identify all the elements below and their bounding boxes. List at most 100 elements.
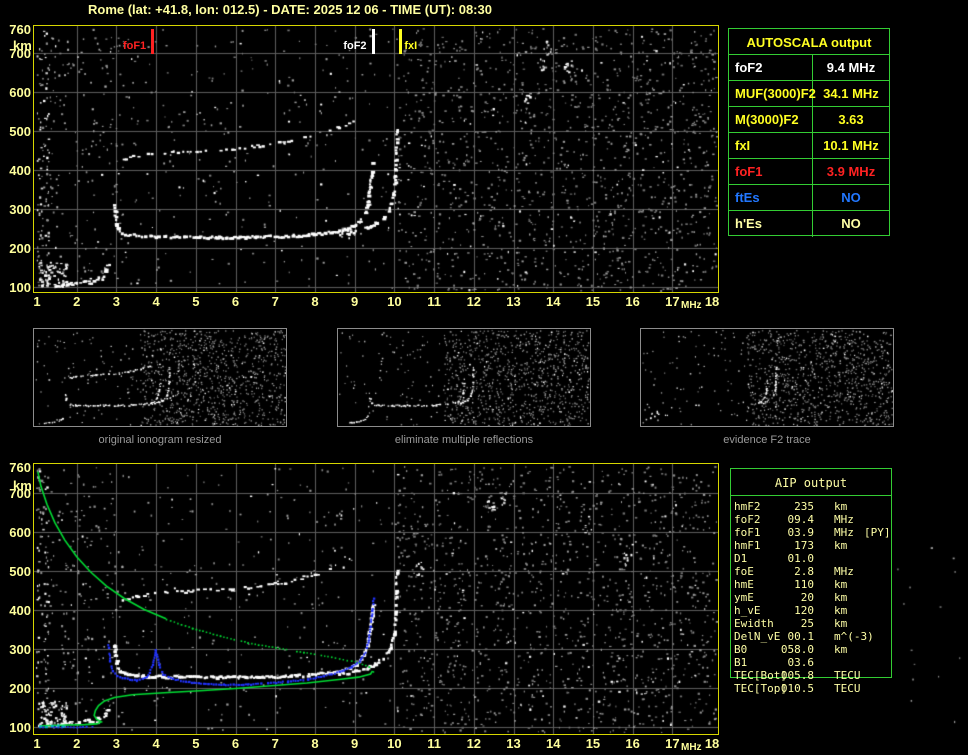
aip-row: TEC[Top] 010.5 TECU xyxy=(734,682,904,695)
x-axis-unit-label: MHz xyxy=(681,300,702,311)
autoscala-param-label: MUF(3000)F2 xyxy=(729,81,816,106)
autoscala-value: NO xyxy=(841,216,861,231)
autoscala-param-label: ftEs xyxy=(729,185,813,210)
x-tick-label: 18 xyxy=(704,736,720,751)
aip-unit: km xyxy=(834,539,848,552)
aip-row: hmF1 173 km xyxy=(734,539,904,552)
y-tick-label: 100 xyxy=(9,720,31,735)
aip-row: B0 058.0 km xyxy=(734,643,904,656)
aip-value: 010.5 xyxy=(780,682,814,695)
aip-value: 03.6 xyxy=(787,656,815,669)
thumbnail-evidence-f2 xyxy=(640,328,894,427)
x-tick-label: 13 xyxy=(506,294,521,309)
autoscala-value: 10.1 MHz xyxy=(823,138,879,153)
aip-unit: km xyxy=(834,500,848,513)
autoscala-row: M(3000)F2 3.63 xyxy=(729,107,889,133)
aip-row: hmF2 235 km xyxy=(734,500,904,513)
aip-value: 20 xyxy=(800,591,814,604)
x-tick-label: 4 xyxy=(152,294,160,309)
aip-unit: TECU xyxy=(834,682,861,695)
y-tick-label: 200 xyxy=(9,681,31,697)
aip-value: 173 xyxy=(794,539,814,552)
y-tick-label: 300 xyxy=(9,202,31,218)
x-tick-label: 10 xyxy=(387,294,402,309)
y-tick-label: 100 xyxy=(9,280,31,295)
autoscala-row: fxI 10.1 MHz xyxy=(729,133,889,159)
x-tick-label: 9 xyxy=(351,294,359,309)
x-tick-label: 15 xyxy=(585,736,601,751)
x-tick-label: 12 xyxy=(466,294,482,309)
aip-row: DelN_vE 00.1 m^(-3) xyxy=(734,630,904,643)
autoscala-row: MUF(3000)F2 34.1 MHz xyxy=(729,81,889,107)
x-tick-label: 17 xyxy=(665,736,680,751)
aip-row: foF2 09.4 MHz xyxy=(734,513,904,526)
x-tick-label: 11 xyxy=(427,736,441,751)
thumbnail-eliminate-reflections xyxy=(337,328,591,427)
x-tick-label: 7 xyxy=(271,736,279,751)
y-tick-label: 200 xyxy=(9,241,31,257)
aip-value: 01.0 xyxy=(787,552,815,565)
aip-value: 058.0 xyxy=(780,643,814,656)
aip-value: 235 xyxy=(794,500,814,513)
top-ionogram-plot: foF1 foF2 fxI xyxy=(33,25,719,293)
autoscala-value: 9.4 MHz xyxy=(826,60,876,75)
thumbnail-caption: eliminate multiple reflections xyxy=(394,434,534,446)
aip-output-table: AIP output hmF2 235 km foF2 09.4 MHz foF1 03.9 M… xyxy=(730,468,892,695)
x-tick-label: 5 xyxy=(192,736,200,751)
top-ionogram-canvas xyxy=(34,26,718,292)
autoscala-output-table: AUTOSCALA output foF2 9.4 MHz MUF(3000)F2 3… xyxy=(728,28,890,237)
thumbnail-original-ionogram xyxy=(33,328,287,427)
x-tick-label: 16 xyxy=(625,294,640,309)
x-tick-label: 15 xyxy=(585,294,601,309)
x-tick-label: 7 xyxy=(271,294,279,309)
x-tick-label: 4 xyxy=(152,736,160,751)
y-axis-label-km: km xyxy=(13,478,32,493)
aip-value: 25 xyxy=(800,617,814,630)
marker-fxI-label: fxI xyxy=(404,40,418,52)
bottom-ionogram-canvas xyxy=(34,464,718,734)
aip-unit: km xyxy=(834,604,848,617)
thumbnail-evidence-canvas xyxy=(641,329,893,426)
aip-unit: km xyxy=(834,643,848,656)
aip-unit: TECU xyxy=(834,669,861,682)
y-axis-label-km: km xyxy=(13,38,32,53)
x-tick-label: 2 xyxy=(73,294,81,309)
aip-value: 110 xyxy=(794,578,814,591)
marker-foF2-label: foF2 xyxy=(343,40,367,52)
autoscala-window: Rome (lat: +41.8, lon: 012.5) - DATE: 20… xyxy=(0,0,968,755)
aip-note: [PY] xyxy=(864,526,891,539)
aip-value: 09.4 xyxy=(787,513,815,526)
x-tick-label: 3 xyxy=(112,294,121,309)
x-tick-label: 10 xyxy=(387,736,402,751)
aip-table-header: AIP output xyxy=(774,476,848,490)
aip-unit: MHz xyxy=(834,513,854,526)
x-tick-label: 3 xyxy=(112,736,121,751)
marker-fxI-line xyxy=(399,29,403,54)
autoscala-param-label: M(3000)F2 xyxy=(729,107,813,132)
x-tick-label: 12 xyxy=(466,736,482,751)
x-axis-unit-label: MHz xyxy=(681,742,702,753)
y-tick-label: 400 xyxy=(9,163,31,179)
autoscala-row: ftEs NO xyxy=(729,185,889,211)
aip-value: 120 xyxy=(794,604,814,617)
x-tick-label: 6 xyxy=(231,294,240,309)
autoscala-row: foF2 9.4 MHz xyxy=(729,55,889,81)
aip-value: 03.9 xyxy=(787,526,815,539)
autoscala-table-rows: foF2 9.4 MHz MUF(3000)F2 34.1 MHz M(3000)F2 3… xyxy=(729,55,889,237)
y-tick-label: 400 xyxy=(9,603,31,619)
y-tick-label: 600 xyxy=(9,85,31,101)
page-title: Rome (lat: +41.8, lon: 012.5) - DATE: 20… xyxy=(88,2,492,17)
autoscala-value: 3.9 MHz xyxy=(826,164,876,179)
x-tick-label: 14 xyxy=(545,294,561,309)
autoscala-table-header: AUTOSCALA output xyxy=(729,29,889,55)
aip-unit: km xyxy=(834,591,848,604)
y-tick-label: 500 xyxy=(9,124,31,140)
aip-unit: m^(-3) xyxy=(834,630,874,643)
autoscala-param-label: h'Es xyxy=(729,211,813,237)
autoscala-param-label: foF1 xyxy=(729,159,813,184)
x-tick-label: 11 xyxy=(427,294,441,309)
aip-row: foF1 03.9 MHz [PY] xyxy=(734,526,904,539)
x-tick-label: 2 xyxy=(73,736,81,751)
thumbnail-original-canvas xyxy=(34,329,286,426)
y-tick-label: 500 xyxy=(9,564,31,580)
